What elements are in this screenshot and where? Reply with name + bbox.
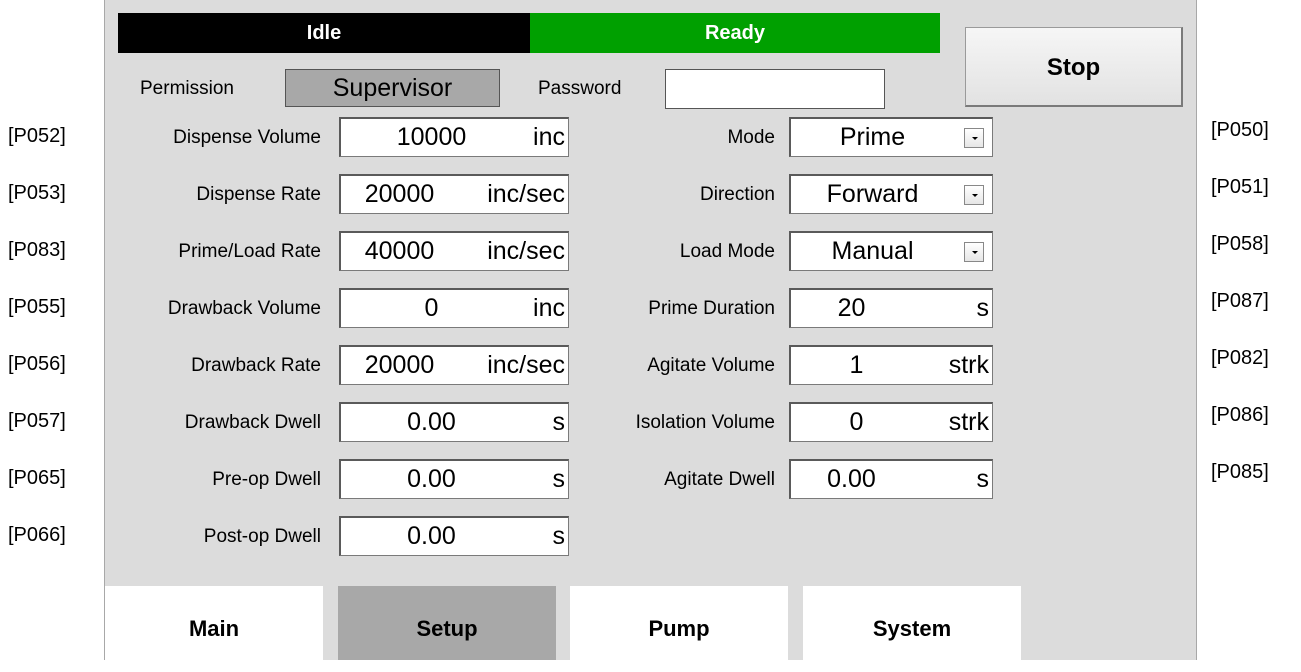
param-code: [P065]: [8, 467, 66, 489]
chevron-down-icon[interactable]: [964, 185, 984, 205]
value-field[interactable]: 20000 inc/sec: [339, 345, 569, 385]
chevron-down-icon[interactable]: [964, 242, 984, 262]
param-code: [P052]: [8, 125, 66, 147]
field-unit: s: [552, 522, 566, 550]
password-label: Password: [538, 78, 622, 99]
param-code: [P055]: [8, 296, 66, 318]
param-code: [P056]: [8, 353, 66, 375]
field-label: Direction: [700, 184, 775, 205]
field-value: 0.00: [407, 408, 456, 436]
status-idle: Idle: [118, 13, 530, 53]
value-field[interactable]: 0.00 s: [339, 516, 569, 556]
field-value: 20: [837, 294, 866, 322]
field-unit: strk: [948, 351, 989, 379]
param-code: [P050]: [1211, 119, 1269, 141]
field-unit: strk: [948, 408, 989, 436]
field-unit: inc: [533, 294, 565, 322]
param-code: [P087]: [1211, 290, 1269, 312]
select-load-mode[interactable]: Manual: [789, 231, 993, 271]
field-label: Post-op Dwell: [203, 526, 321, 547]
permission-label: Permission: [140, 78, 234, 99]
field-label: Agitate Dwell: [664, 469, 775, 490]
status-ready: Ready: [530, 13, 940, 53]
field-label: Prime/Load Rate: [178, 241, 321, 262]
field-unit: inc: [533, 123, 565, 151]
field-value: 40000: [364, 237, 435, 265]
field-label: Mode: [727, 127, 775, 148]
field-unit: s: [552, 408, 566, 436]
param-code: [P057]: [8, 410, 66, 432]
field-label: Drawback Volume: [167, 298, 321, 319]
param-code: [P082]: [1211, 347, 1269, 369]
field-value: 0.00: [407, 465, 456, 493]
field-unit: s: [976, 465, 990, 493]
value-field[interactable]: 0.00 s: [339, 402, 569, 442]
field-label: Isolation Volume: [635, 412, 775, 433]
field-label: Pre-op Dwell: [212, 469, 321, 490]
tab-setup[interactable]: Setup: [338, 586, 556, 660]
field-value: 0.00: [407, 522, 456, 550]
value-field[interactable]: 0.00 s: [789, 459, 993, 499]
field-label: Prime Duration: [648, 298, 775, 319]
field-value: 0.00: [827, 465, 876, 493]
tab-main[interactable]: Main: [105, 586, 323, 660]
value-field[interactable]: 1 strk: [789, 345, 993, 385]
select-value: Manual: [831, 237, 914, 265]
tab-system[interactable]: System: [803, 586, 1021, 660]
select-direction[interactable]: Forward: [789, 174, 993, 214]
value-field[interactable]: 10000 inc: [339, 117, 569, 157]
field-label: Load Mode: [679, 241, 775, 262]
field-value: 20000: [364, 351, 435, 379]
field-label: Dispense Volume: [173, 127, 321, 148]
field-value: 0: [849, 408, 864, 436]
stop-button[interactable]: Stop: [965, 27, 1183, 107]
value-field[interactable]: 0.00 s: [339, 459, 569, 499]
value-field[interactable]: 0 inc: [339, 288, 569, 328]
param-code: [P053]: [8, 182, 66, 204]
field-value: 1: [849, 351, 864, 379]
field-unit: s: [976, 294, 990, 322]
field-label: Drawback Dwell: [184, 412, 321, 433]
param-code: [P083]: [8, 239, 66, 261]
chevron-down-icon[interactable]: [964, 128, 984, 148]
field-unit: inc/sec: [487, 351, 565, 379]
param-code: [P051]: [1211, 176, 1269, 198]
field-label: Drawback Rate: [191, 355, 321, 376]
field-value: 10000: [396, 123, 467, 151]
select-mode[interactable]: Prime: [789, 117, 993, 157]
field-unit: s: [552, 465, 566, 493]
param-code: [P085]: [1211, 461, 1269, 483]
password-input[interactable]: [665, 69, 885, 109]
field-value: 20000: [364, 180, 435, 208]
select-value: Prime: [839, 123, 906, 151]
field-unit: inc/sec: [487, 180, 565, 208]
tab-pump[interactable]: Pump: [570, 586, 788, 660]
permission-value[interactable]: Supervisor: [285, 69, 500, 107]
field-value: 0: [424, 294, 439, 322]
param-code: [P058]: [1211, 233, 1269, 255]
value-field[interactable]: 20000 inc/sec: [339, 174, 569, 214]
param-code: [P086]: [1211, 404, 1269, 426]
value-field[interactable]: 40000 inc/sec: [339, 231, 569, 271]
select-value: Forward: [826, 180, 919, 208]
field-unit: inc/sec: [487, 237, 565, 265]
value-field[interactable]: 20 s: [789, 288, 993, 328]
param-code: [P066]: [8, 524, 66, 546]
field-label: Dispense Rate: [196, 184, 321, 205]
field-label: Agitate Volume: [647, 355, 775, 376]
value-field[interactable]: 0 strk: [789, 402, 993, 442]
